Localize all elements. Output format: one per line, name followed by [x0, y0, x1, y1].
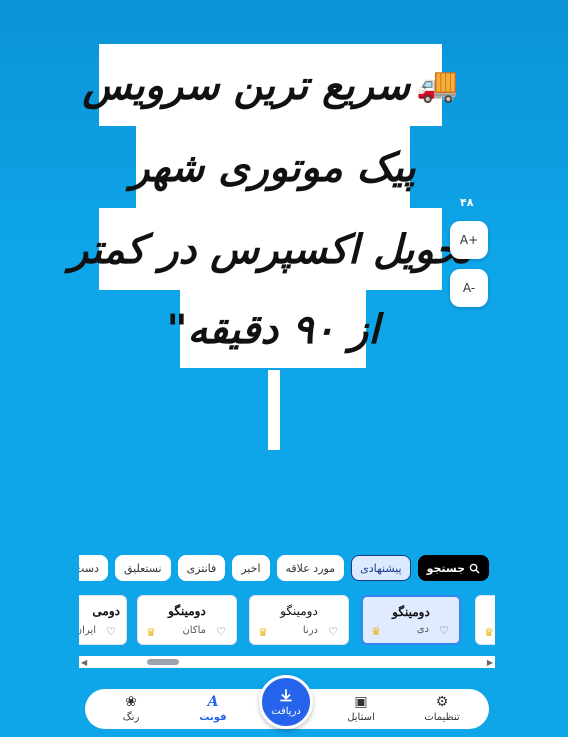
decrease-size-button[interactable]: A- — [450, 269, 488, 307]
font-size-value: ۴۸ — [460, 196, 474, 209]
text-line-3[interactable]: تحویل اکسپرس در کمتر — [69, 208, 472, 290]
palette-icon: ❀ — [125, 694, 137, 710]
heart-icon[interactable]: ♡ — [106, 625, 116, 638]
font-icon: A — [207, 694, 219, 710]
search-chip-label: جستجو — [426, 561, 465, 575]
filter-suggested[interactable]: پیشنهادی — [351, 555, 411, 581]
nav-style-label: استایل — [347, 712, 375, 723]
nav-font[interactable]: A فونت — [183, 691, 243, 727]
font-card-title: دومینگو — [280, 604, 318, 618]
font-card-partial[interactable]: ♛ — [475, 595, 495, 645]
font-card-title: دومی — [92, 604, 120, 618]
font-filter-bar: جستجو پیشنهادی مورد علاقه اخیر فانتزی نس… — [79, 555, 489, 581]
nav-font-label: فونت — [199, 712, 227, 723]
increase-size-button[interactable]: A+ — [450, 221, 488, 259]
filter-recent[interactable]: اخیر — [232, 555, 270, 581]
text-line-1[interactable]: 🚚 سریع ترین سرویس — [82, 44, 459, 126]
text-line-1-label: سریع ترین سرویس — [82, 61, 411, 109]
font-card-subtitle: ایران — [79, 625, 96, 636]
heart-icon[interactable]: ♡ — [216, 625, 226, 638]
font-card[interactable]: دومینگو درنا ♡ ♛ — [249, 595, 349, 645]
nav-settings[interactable]: ⚙ تنظیمات — [412, 691, 472, 727]
scroll-left-icon[interactable]: ◀ — [81, 658, 87, 667]
font-card[interactable]: دومینگو ماکان ♡ ♛ — [137, 595, 237, 645]
crown-icon: ♛ — [371, 625, 381, 638]
heart-icon[interactable]: ♡ — [328, 625, 338, 638]
font-card-title: دومینگو — [168, 604, 206, 618]
text-line-3-label: تحویل اکسپرس در کمتر — [68, 225, 473, 273]
download-button[interactable]: دریافت — [259, 675, 313, 729]
truck-emoji: 🚚 — [416, 65, 459, 105]
font-card-list[interactable]: ♛ دومینگو دی ♡ ♛ دومینگو درنا ♡ ♛ دومینگ… — [79, 595, 495, 647]
nav-style[interactable]: ▣ استایل — [331, 691, 391, 727]
download-icon — [280, 688, 292, 701]
nav-color[interactable]: ❀ رنگ — [101, 691, 161, 727]
scroll-right-icon[interactable]: ▶ — [487, 658, 493, 667]
font-card-subtitle: دی — [416, 624, 429, 635]
gear-icon: ⚙ — [435, 694, 449, 710]
font-card-subtitle: ماکان — [182, 625, 206, 636]
style-icon: ▣ — [354, 694, 368, 710]
text-line-2-label: پیک موتوری شهر — [130, 143, 416, 191]
font-card-title: دومینگو — [392, 605, 430, 619]
filter-nastaliq[interactable]: نستعلیق — [114, 555, 171, 581]
text-line-2[interactable]: پیک موتوری شهر — [130, 126, 416, 208]
nav-color-label: رنگ — [122, 712, 140, 723]
crown-icon: ♛ — [258, 626, 268, 639]
font-card-subtitle: درنا — [302, 625, 318, 636]
filter-favorites[interactable]: مورد علاقه — [276, 555, 345, 581]
search-icon — [469, 563, 480, 574]
scroll-thumb[interactable] — [147, 659, 179, 665]
text-line-4-label: از ۹۰ دقیقه" — [166, 305, 380, 353]
text-line-4[interactable]: از ۹۰ دقیقه" — [167, 290, 379, 368]
nav-settings-label: تنظیمات — [424, 712, 460, 723]
crown-icon: ♛ — [484, 626, 494, 639]
text-box-stem — [268, 370, 280, 450]
heart-icon[interactable]: ♡ — [439, 624, 449, 637]
download-label: دریافت — [271, 705, 301, 717]
card-scrollbar[interactable]: ◀ ▶ — [79, 656, 495, 668]
font-card[interactable]: دومینگو دی ♡ ♛ — [361, 595, 461, 645]
filter-handwritten[interactable]: دست‌نویس — [79, 555, 108, 581]
crown-icon: ♛ — [146, 626, 156, 639]
search-chip[interactable]: جستجو — [417, 555, 489, 581]
filter-fantasy[interactable]: فانتزی — [177, 555, 226, 581]
font-card[interactable]: دومی ایران ♡ — [79, 595, 127, 645]
